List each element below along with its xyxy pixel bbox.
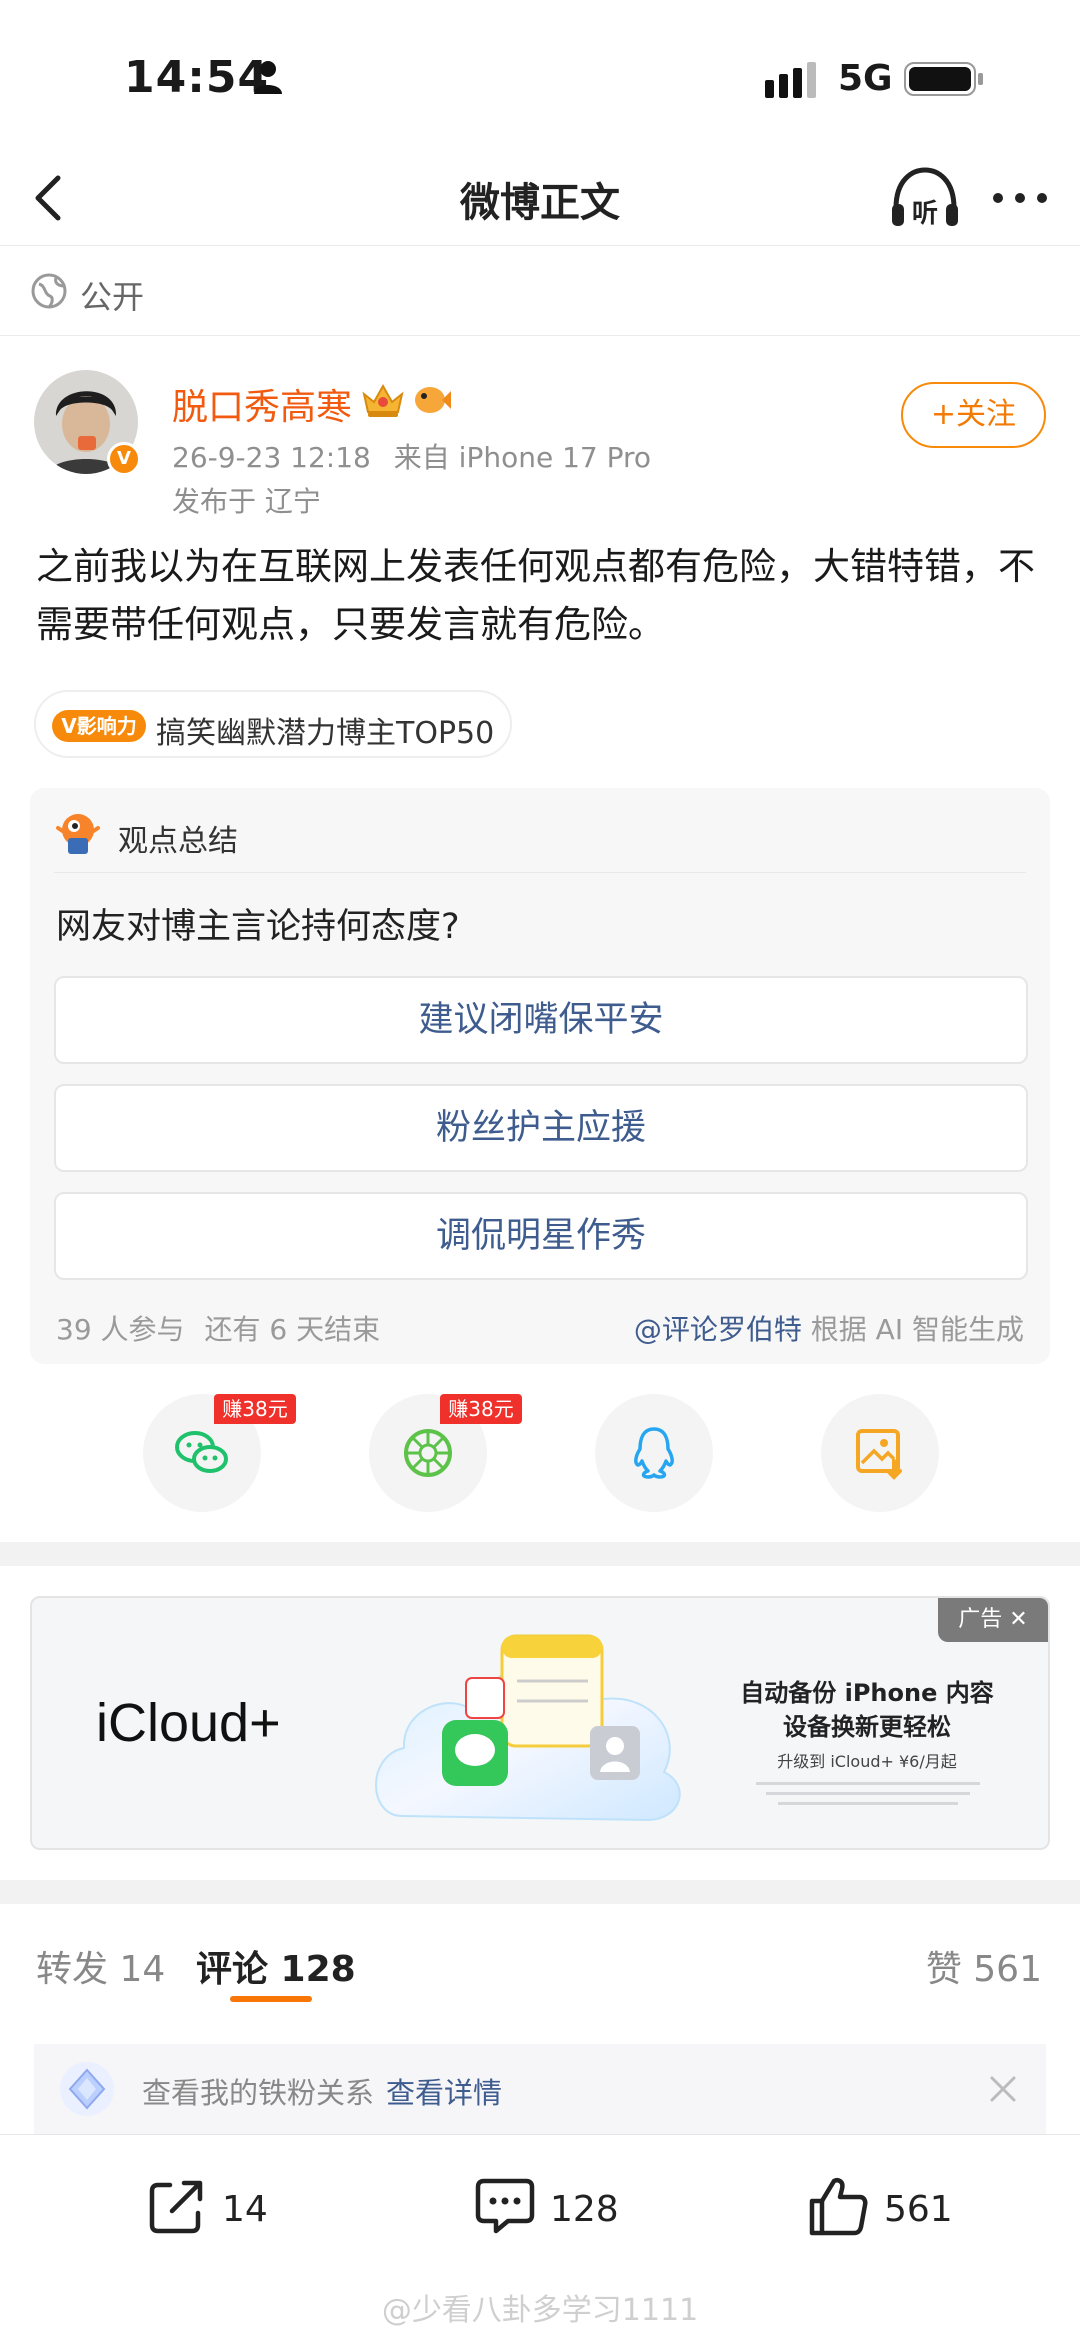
page-title: 微博正文	[460, 180, 620, 226]
summary-divider	[54, 872, 1026, 873]
visibility-label: 公开	[80, 278, 145, 316]
ad-headline: 自动备份 iPhone 内容 设备换新更轻松	[740, 1679, 994, 1741]
svg-text:听: 听	[912, 199, 938, 229]
post-location: 发布于 辽宁	[172, 485, 321, 518]
ad-brand: iCloud+	[96, 1693, 281, 1753]
save-image-button[interactable]	[821, 1394, 939, 1512]
mascot-icon	[56, 814, 100, 854]
post-source: 来自 iPhone 17 Pro	[393, 441, 652, 474]
thumbs-up-icon	[809, 2178, 868, 2236]
listen-icon[interactable]: 听	[888, 164, 962, 234]
diamond-icon	[60, 2062, 114, 2116]
interaction-tabs: 转发 14 评论 128 赞 561	[0, 1904, 1080, 2016]
summary-label: 观点总结	[118, 824, 238, 859]
battery-icon	[904, 62, 983, 96]
fish-badge-icon[interactable]	[412, 382, 452, 418]
fan-relationship-banner[interactable]: 查看我的铁粉关系 查看详情	[34, 2044, 1046, 2134]
repost-count: 14	[222, 2189, 268, 2230]
ai-note-text: 根据 AI 智能生成	[810, 1313, 1024, 1346]
influence-badge: V影响力	[52, 710, 146, 742]
visibility-row: 公开	[0, 246, 1080, 336]
status-time: 14:54	[124, 52, 270, 103]
close-icon[interactable]	[986, 2072, 1020, 2106]
fan-details-link[interactable]: 查看详情	[386, 2070, 502, 2112]
poll-option[interactable]: 调侃明星作秀	[54, 1192, 1028, 1280]
section-divider	[0, 1880, 1080, 1904]
ad-banner[interactable]: iCloud+ 自动备份 iPhone 内容 设备换新更轻松 升级到 iClou…	[30, 1596, 1050, 1850]
poll-option[interactable]: 粉丝护主应援	[54, 1084, 1028, 1172]
comment-action[interactable]: 128	[474, 2163, 624, 2243]
participant-count: 39 人参与	[56, 1313, 185, 1346]
poll-option[interactable]: 建议闭嘴保平安	[54, 976, 1028, 1064]
tab-repost[interactable]: 转发 14	[36, 1940, 165, 1992]
ad-fine-print	[756, 1782, 980, 1805]
icloud-cloud-illustration	[375, 1634, 681, 1822]
like-action[interactable]: 561	[808, 2163, 958, 2243]
wechat-icon	[175, 1431, 228, 1473]
back-icon[interactable]	[22, 168, 78, 228]
person-icon	[254, 61, 282, 94]
active-tab-indicator	[230, 1996, 312, 2002]
nav-bar: 微博正文 听	[0, 150, 1080, 246]
moments-icon	[404, 1429, 452, 1477]
signal-icon	[765, 62, 816, 98]
like-count: 561	[884, 2189, 953, 2230]
status-bar: 14:54 5G	[0, 0, 1080, 150]
save-image-icon	[856, 1429, 902, 1480]
qq-icon	[634, 1427, 674, 1479]
author-name[interactable]: 脱口秀高寒	[172, 378, 352, 430]
influence-tag[interactable]: V影响力 搞笑幽默潜力博主TOP50	[34, 690, 512, 758]
earn-badge: 赚38元	[214, 1394, 296, 1424]
opinion-summary-card: 观点总结 网友对博主言论持何态度? 建议闭嘴保平安 粉丝护主应援 调侃明星作秀 …	[30, 788, 1050, 1364]
summary-question: 网友对博主言论持何态度?	[56, 907, 460, 947]
share-qq-button[interactable]	[595, 1394, 713, 1512]
network-label: 5G	[838, 58, 893, 99]
verified-badge: V	[107, 442, 141, 476]
post-text: 之前我以为在互联网上发表任何观点都有危险，大错特错，不需要带任何观点，只要发言就…	[36, 545, 1035, 646]
repost-action[interactable]: 14	[146, 2163, 286, 2243]
ad-close-tag[interactable]: 广告 ✕	[938, 1598, 1048, 1642]
more-icon[interactable]	[990, 180, 1050, 216]
poll-stats: 39 人参与 还有 6 天结束	[56, 1308, 380, 1348]
post-timestamp: 26-9-23 12:18	[172, 441, 371, 474]
post-meta: 26-9-23 12:18 来自 iPhone 17 Pro	[172, 436, 651, 476]
tab-likes[interactable]: 赞 561	[926, 1940, 1042, 1992]
ai-note: @评论罗伯特 根据 AI 智能生成	[634, 1308, 1024, 1348]
influence-text: 搞笑幽默潜力博主TOP50	[156, 716, 495, 751]
globe-icon	[31, 273, 67, 309]
repost-icon	[149, 2180, 203, 2234]
ai-bot-link[interactable]: @评论罗伯特	[634, 1313, 802, 1346]
tab-comment[interactable]: 评论 128	[196, 1940, 356, 1992]
poll-ends: 还有 6 天结束	[204, 1313, 381, 1346]
bottom-action-bar: 14 128 561 @少看八卦多学习1111	[0, 2134, 1080, 2347]
ad-subline: 升级到 iCloud+ ¥6/月起	[777, 1752, 957, 1771]
fan-text: 查看我的铁粉关系	[142, 2076, 375, 2110]
comment-icon	[475, 2178, 535, 2234]
earn-badge: 赚38元	[440, 1394, 522, 1424]
watermark: @少看八卦多学习1111	[381, 2293, 699, 2328]
comment-count: 128	[550, 2189, 619, 2230]
section-divider	[0, 1542, 1080, 1566]
crown-badge-icon[interactable]	[360, 380, 406, 420]
follow-button[interactable]: +关注	[901, 382, 1046, 448]
